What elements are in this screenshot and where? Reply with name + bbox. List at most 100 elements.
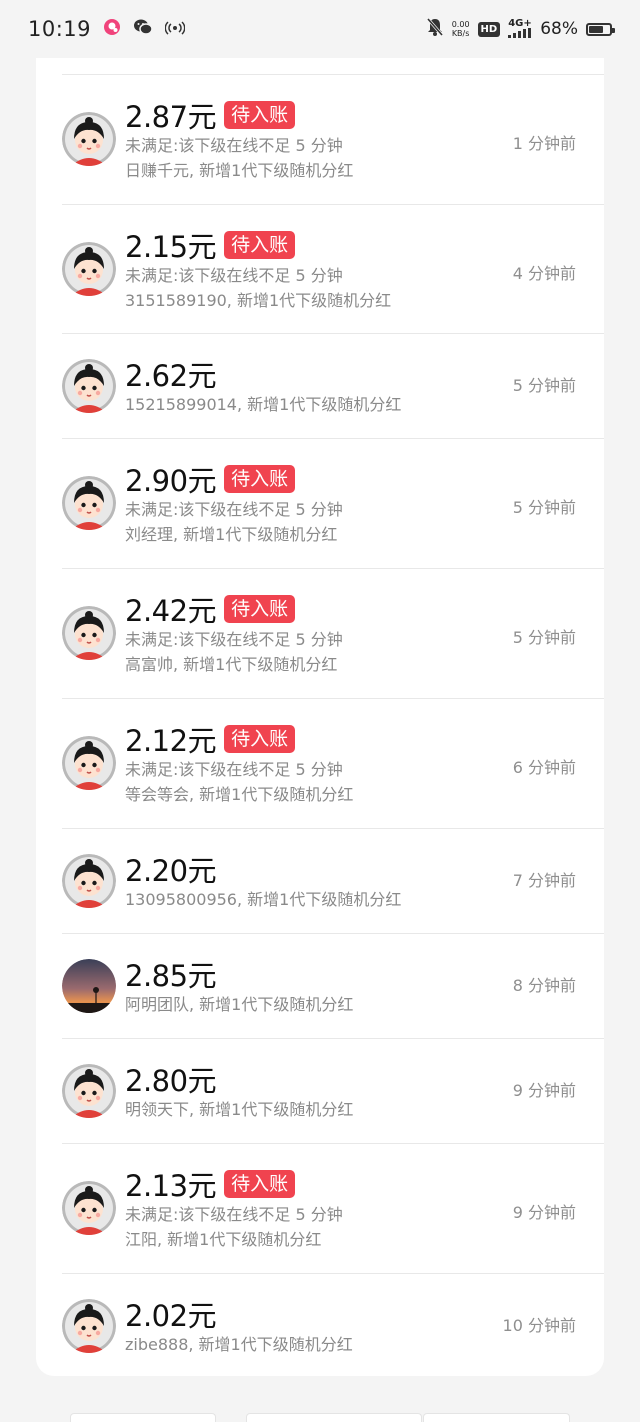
detail-text: 13095800956, 新增1代下级随机分红 xyxy=(125,890,402,909)
item-info: 2.13元 待入账未满足:该下级在线不足 5 分钟 江阳, 新增1代下级随机分红 xyxy=(125,1166,343,1252)
clock: 10:19 xyxy=(28,17,92,41)
item-info: 2.87元 待入账未满足:该下级在线不足 5 分钟 日赚千元, 新增1代下级随机分红 xyxy=(125,97,353,183)
timestamp: 10 分钟前 xyxy=(502,1316,576,1335)
condition-text: 未满足:该下级在线不足 5 分钟 xyxy=(125,630,343,649)
amount-line: 2.02元 xyxy=(125,1296,353,1333)
item-info: 2.42元 待入账未满足:该下级在线不足 5 分钟 高富帅, 新增1代下级随机分红 xyxy=(125,591,343,677)
detail-text: 江阳, 新增1代下级随机分红 xyxy=(125,1230,322,1249)
amount-line: 2.12元 待入账 xyxy=(125,721,353,758)
avatar xyxy=(62,112,116,166)
avatar xyxy=(62,359,116,413)
list-item[interactable]: 2.87元 待入账未满足:该下级在线不足 5 分钟 日赚千元, 新增1代下级随机分红… xyxy=(62,74,604,204)
bottom-tab[interactable] xyxy=(246,1413,422,1422)
timestamp: 8 分钟前 xyxy=(512,976,576,995)
avatar xyxy=(62,959,116,1013)
amount-line: 2.42元 待入账 xyxy=(125,591,343,628)
timestamp: 1 分钟前 xyxy=(512,134,576,153)
pending-badge: 待入账 xyxy=(224,465,296,493)
timestamp: 5 分钟前 xyxy=(512,498,576,517)
wechat-icon xyxy=(133,18,153,40)
list-item[interactable]: 2.20元 13095800956, 新增1代下级随机分红 7 分钟前 xyxy=(62,828,604,933)
pending-badge: 待入账 xyxy=(224,231,296,259)
amount: 2.62元 xyxy=(125,359,217,393)
list-item[interactable]: 2.85元阿明团队, 新增1代下级随机分红 8 分钟前 xyxy=(62,933,604,1038)
detail-text: 明领天下, 新增1代下级随机分红 xyxy=(125,1100,354,1119)
detail-text: 等会等会, 新增1代下级随机分红 xyxy=(125,785,354,804)
detail-text: 15215899014, 新增1代下级随机分红 xyxy=(125,395,402,414)
amount: 2.42元 xyxy=(125,594,217,628)
amount: 2.90元 xyxy=(125,464,217,498)
timestamp: 5 分钟前 xyxy=(512,628,576,647)
list-item[interactable]: 2.12元 待入账未满足:该下级在线不足 5 分钟 等会等会, 新增1代下级随机分红… xyxy=(62,698,604,828)
pending-badge: 待入账 xyxy=(224,725,296,753)
detail-text: 刘经理, 新增1代下级随机分红 xyxy=(125,525,338,544)
detail-text: 阿明团队, 新增1代下级随机分红 xyxy=(125,995,354,1014)
amount-line: 2.62元 xyxy=(125,356,401,393)
item-info: 2.02元 zibe888, 新增1代下级随机分红 xyxy=(125,1296,353,1357)
amount-line: 2.20元 xyxy=(125,851,401,888)
list-item[interactable]: 2.02元 zibe888, 新增1代下级随机分红 10 分钟前 xyxy=(62,1273,604,1378)
condition-text: 未满足:该下级在线不足 5 分钟 xyxy=(125,760,343,779)
detail-text: 高富帅, 新增1代下级随机分红 xyxy=(125,655,338,674)
hd-indicator: HD xyxy=(477,21,501,37)
pending-badge: 待入账 xyxy=(224,595,296,623)
amount: 2.80元 xyxy=(125,1064,217,1098)
amount-line: 2.90元 待入账 xyxy=(125,461,343,498)
avatar xyxy=(62,1064,116,1118)
app-notification-icon xyxy=(103,18,121,40)
amount-line: 2.87元 待入账 xyxy=(125,97,353,134)
mute-bell-icon xyxy=(426,17,444,42)
item-info: 2.62元 15215899014, 新增1代下级随机分红 xyxy=(125,356,401,417)
detail-text: zibe888, 新增1代下级随机分红 xyxy=(125,1335,353,1354)
item-info: 2.90元 待入账未满足:该下级在线不足 5 分钟 刘经理, 新增1代下级随机分红 xyxy=(125,461,343,547)
list-item[interactable]: 2.90元 待入账未满足:该下级在线不足 5 分钟 刘经理, 新增1代下级随机分红 5… xyxy=(62,438,604,568)
amount-line: 2.15元 待入账 xyxy=(125,227,391,264)
timestamp: 5 分钟前 xyxy=(512,376,576,395)
bottom-tab-bar xyxy=(70,1413,570,1422)
amount-line: 2.85元 xyxy=(125,956,353,993)
avatar xyxy=(62,1181,116,1235)
dividend-list: 2.87元 待入账未满足:该下级在线不足 5 分钟 日赚千元, 新增1代下级随机分红… xyxy=(36,58,604,1376)
battery-percent: 68% xyxy=(540,19,578,39)
amount: 2.12元 xyxy=(125,724,217,758)
bottom-tab[interactable] xyxy=(70,1413,216,1422)
timestamp: 4 分钟前 xyxy=(512,264,576,283)
network-type: 4G+ xyxy=(508,17,532,29)
amount-line: 2.80元 xyxy=(125,1061,353,1098)
detail-text: 3151589190, 新增1代下级随机分红 xyxy=(125,291,392,310)
amount: 2.85元 xyxy=(125,959,217,993)
timestamp: 7 分钟前 xyxy=(512,871,576,890)
list-item[interactable]: 2.13元 待入账未满足:该下级在线不足 5 分钟 江阳, 新增1代下级随机分红 9 … xyxy=(62,1143,604,1273)
pending-badge: 待入账 xyxy=(224,101,296,129)
signal-icon: 4G+ xyxy=(508,17,532,40)
amount-line: 2.13元 待入账 xyxy=(125,1166,343,1203)
avatar xyxy=(62,736,116,790)
hotspot-icon xyxy=(164,20,186,39)
amount: 2.15元 xyxy=(125,230,217,264)
item-info: 2.20元 13095800956, 新增1代下级随机分红 xyxy=(125,851,401,912)
bottom-tab[interactable] xyxy=(423,1413,570,1422)
condition-text: 未满足:该下级在线不足 5 分钟 xyxy=(125,136,343,155)
avatar xyxy=(62,1299,116,1353)
condition-text: 未满足:该下级在线不足 5 分钟 xyxy=(125,266,343,285)
amount: 2.02元 xyxy=(125,1299,217,1333)
list-item[interactable]: 2.15元 待入账未满足:该下级在线不足 5 分钟 3151589190, 新增1代… xyxy=(62,204,604,334)
list-item[interactable]: 2.80元明领天下, 新增1代下级随机分红 9 分钟前 xyxy=(62,1038,604,1143)
item-info: 2.15元 待入账未满足:该下级在线不足 5 分钟 3151589190, 新增1代… xyxy=(125,227,391,313)
item-info: 2.80元明领天下, 新增1代下级随机分红 xyxy=(125,1061,353,1122)
list-item[interactable]: 2.42元 待入账未满足:该下级在线不足 5 分钟 高富帅, 新增1代下级随机分红 5… xyxy=(62,568,604,698)
condition-text: 未满足:该下级在线不足 5 分钟 xyxy=(125,500,343,519)
amount: 2.13元 xyxy=(125,1169,217,1203)
timestamp: 9 分钟前 xyxy=(512,1203,576,1222)
condition-text: 未满足:该下级在线不足 5 分钟 xyxy=(125,1205,343,1224)
detail-text: 日赚千元, 新增1代下级随机分红 xyxy=(125,161,354,180)
battery-icon xyxy=(586,22,615,36)
timestamp: 6 分钟前 xyxy=(512,758,576,777)
avatar xyxy=(62,854,116,908)
timestamp: 9 分钟前 xyxy=(512,1081,576,1100)
item-info: 2.12元 待入账未满足:该下级在线不足 5 分钟 等会等会, 新增1代下级随机分红 xyxy=(125,721,353,807)
list-item[interactable]: 2.62元 15215899014, 新增1代下级随机分红 5 分钟前 xyxy=(62,333,604,438)
net-speed: 0.00 KB/s xyxy=(451,20,470,38)
item-info: 2.85元阿明团队, 新增1代下级随机分红 xyxy=(125,956,353,1017)
status-bar: 10:19 0.00 KB/s HD 4G+ 68% xyxy=(0,0,640,58)
